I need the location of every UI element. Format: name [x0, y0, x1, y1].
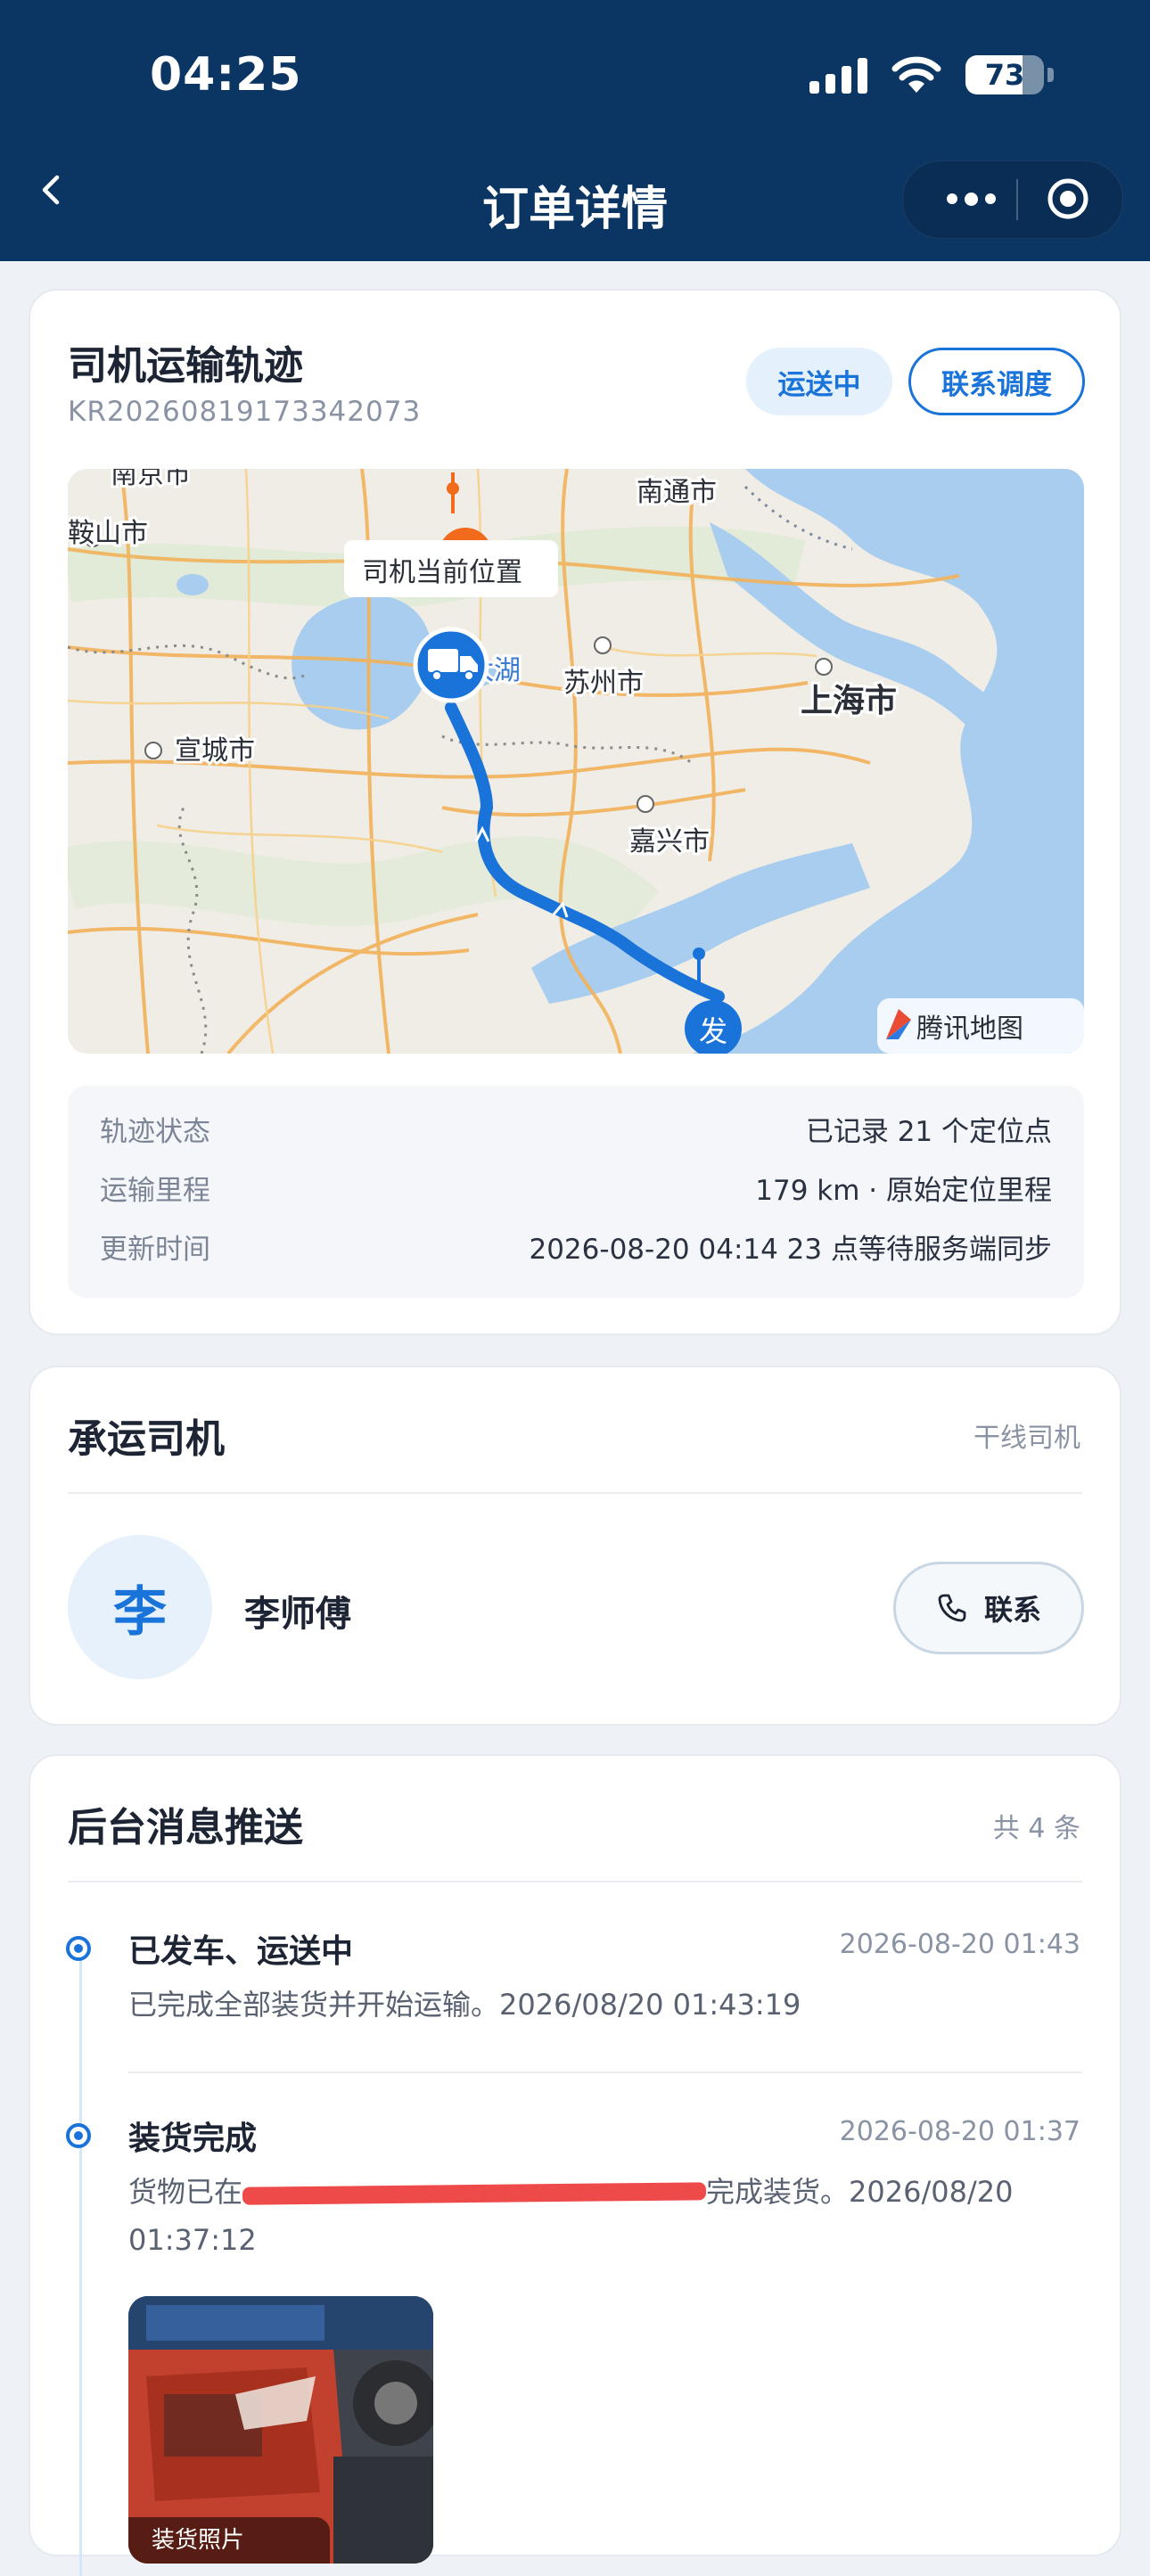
photo-label: 装货照片: [128, 2517, 330, 2564]
driver-type-label: 干线司机: [973, 1423, 1080, 1454]
track-info-box: 轨迹状态 已记录 21 个定位点 运输里程 179 km · 原始定位里程 更新…: [68, 1086, 1084, 1298]
call-button-label: 联系: [983, 1593, 1041, 1627]
timeline-line: [79, 1952, 82, 2576]
messages-card-title: 后台消息推送: [68, 1805, 303, 1850]
message-body-prefix: 货物已在: [128, 2175, 243, 2209]
message-body: 货物已在 完成装货。2026/08/20 01:37:12: [128, 2168, 1080, 2264]
track-card: 司机运输轨迹 KR2026081917334207​3 运送中 联系调度: [29, 289, 1121, 1335]
phone-icon: [938, 1594, 966, 1622]
top-bar: 04:25 73 订单详情: [0, 0, 1150, 261]
truck-marker-icon[interactable]: [413, 627, 489, 703]
wifi-icon: [891, 56, 941, 93]
loading-photo-thumbnail[interactable]: 装货照片: [128, 2296, 433, 2564]
map-city-label: 南通市: [637, 477, 717, 508]
map-city-label: 鞍山市: [68, 518, 148, 549]
info-value: 2026-08-20 04:14 23 点等待服务端同步: [529, 1234, 1052, 1266]
track-card-title: 司机运输轨迹: [68, 343, 303, 389]
info-key: 更新时间: [100, 1234, 210, 1266]
start-marker-label: 发: [699, 1014, 727, 1048]
message-title: 已发车、运送中: [128, 1933, 354, 1970]
timeline-dot: [66, 1936, 91, 1961]
map-city-label: 上海市: [801, 683, 897, 719]
miniprogram-capsule: [902, 160, 1123, 239]
cellular-signal-icon: [809, 56, 867, 94]
battery-level: 73: [984, 58, 1025, 92]
map-city-label: 嘉兴市: [629, 826, 710, 857]
map-city-label: 宣城市: [175, 735, 255, 767]
contact-dispatch-button[interactable]: 联系调度: [908, 348, 1085, 415]
divider: [68, 1492, 1082, 1494]
redaction-mark: [242, 2182, 707, 2205]
close-miniprogram-icon[interactable]: [1046, 176, 1090, 221]
map-city-label: 苏州市: [563, 668, 644, 699]
map-city-label: 南京市: [111, 469, 191, 490]
info-row: 运输里程 179 km · 原始定位里程: [100, 1168, 1052, 1207]
message-title: 装货完成: [128, 2121, 258, 2157]
map-attribution: 腾讯地图: [877, 998, 1084, 1054]
battery-tip: [1047, 68, 1054, 82]
divider: [68, 1881, 1082, 1883]
more-icon[interactable]: [935, 179, 1006, 218]
info-key: 轨迹状态: [100, 1116, 210, 1148]
status-icons: 73: [809, 55, 1054, 94]
message-time: 2026-08-20 01:37: [839, 2116, 1080, 2147]
battery-icon: 73: [965, 55, 1044, 94]
avatar: 李: [68, 1535, 212, 1679]
driver-card: 承运司机 干线司机 李 李师傅 联系: [29, 1366, 1121, 1726]
driver-card-title: 承运司机: [68, 1416, 225, 1462]
messages-count: 共 4 条: [992, 1813, 1080, 1844]
message-body: 已完成全部装货并开始运输。2026/08/20 01:43:19: [128, 1988, 801, 2022]
divider: [128, 2071, 1082, 2073]
driver-name: 李师傅: [244, 1594, 351, 1635]
info-row: 轨迹状态 已记录 21 个定位点: [100, 1109, 1052, 1148]
message-time: 2026-08-20 01:43: [839, 1929, 1080, 1960]
status-time: 04:25: [150, 48, 302, 102]
route-map[interactable]: 南京市 南通市 鞍山市 苏州市 上海市 宣城市 嘉兴市 太湖 发 司机当前位置 …: [68, 469, 1084, 1054]
capsule-divider: [1016, 179, 1018, 220]
info-value: 已记录 21 个定位点: [805, 1116, 1052, 1148]
status-badge: 运送中: [746, 348, 892, 415]
call-driver-button[interactable]: 联系: [893, 1562, 1084, 1654]
messages-card: 后台消息推送 共 4 条 已发车、运送中 2026-08-20 01:43 已完…: [29, 1754, 1121, 2576]
order-number: KR2026081917334207​3: [68, 396, 422, 428]
attribution-label: 腾讯地图: [916, 1013, 1023, 1045]
info-key: 运输里程: [100, 1175, 210, 1207]
info-value: 179 km · 原始定位里程: [755, 1175, 1052, 1207]
timeline-dot: [66, 2123, 91, 2148]
map-canvas: 南京市 南通市 鞍山市 苏州市 上海市 宣城市 嘉兴市 太湖 发 司机当前位置 …: [68, 469, 1084, 1054]
info-row: 更新时间 2026-08-20 04:14 23 点等待服务端同步: [100, 1226, 1052, 1266]
